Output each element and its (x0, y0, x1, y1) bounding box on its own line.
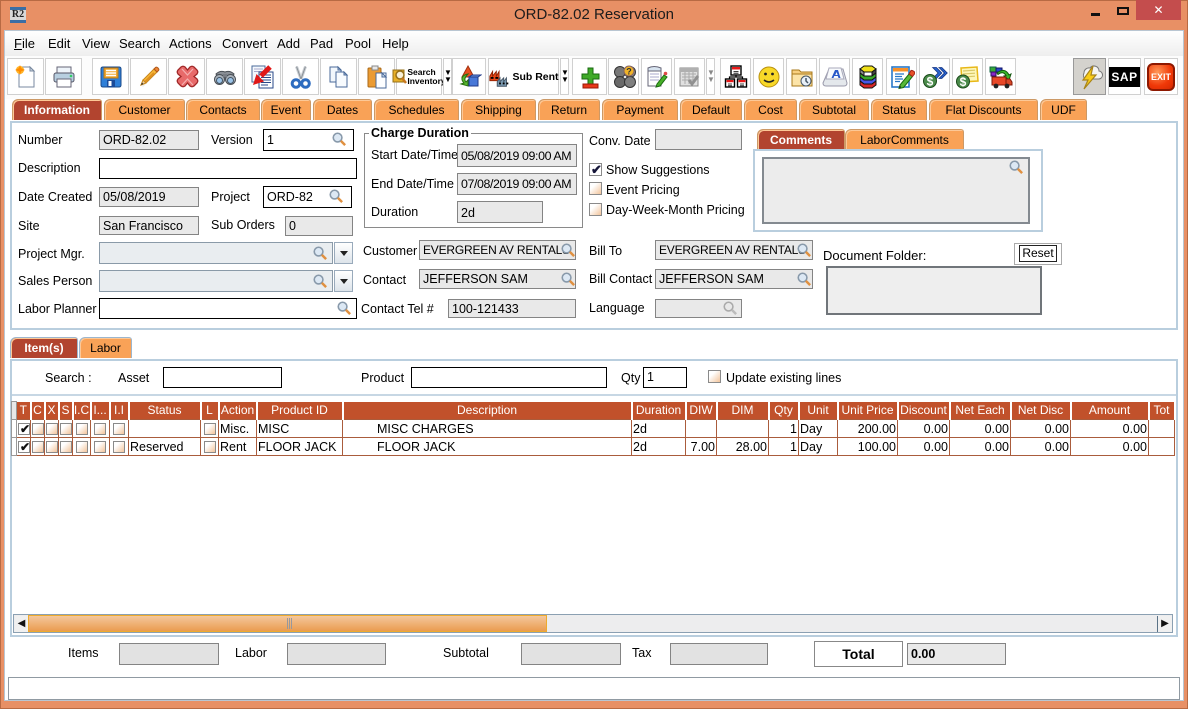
svg-text:?: ? (626, 66, 632, 76)
svg-text:$: $ (959, 75, 966, 89)
svg-text:$: $ (926, 74, 933, 88)
